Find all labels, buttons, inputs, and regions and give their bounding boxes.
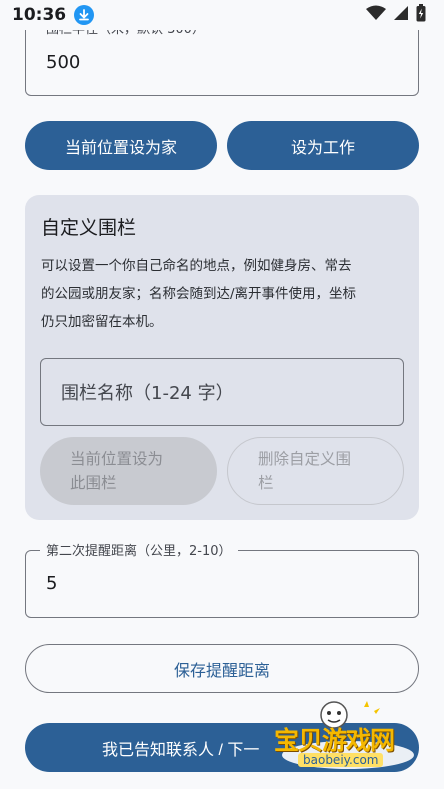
set-home-button[interactable]: 当前位置设为家 [25,121,217,170]
delete-custom-fence-button: 删除自定义围 栏 [227,437,404,505]
battery-charging-icon [416,4,426,26]
second-reminder-field[interactable]: 第二次提醒距离（公里，2-10） 5 [25,540,419,618]
button-line: 当前位置设为 [70,450,164,468]
status-left-overlay: 10:36 [12,5,95,25]
description-line: 可以设置一个你自己命名的地点，例如健身房、常去 [41,258,352,274]
fence-name-placeholder: 围栏名称（1-24 字） [61,383,234,404]
description-line: 仍只加密留在本机。 [41,314,163,330]
second-reminder-label: 第二次提醒距离（公里，2-10） [40,540,238,559]
button-line: 栏 [258,474,274,492]
button-line: 删除自定义围 [258,450,352,468]
set-work-button[interactable]: 设为工作 [227,121,419,170]
status-time-overlay: 10:36 [12,5,67,25]
download-icon [74,5,95,25]
second-reminder-value: 5 [46,573,58,594]
status-right-overlay [366,4,426,26]
save-reminder-distance-button[interactable]: 保存提醒距离 [25,644,419,693]
button-line: 此围栏 [70,474,117,492]
set-current-as-fence-button: 当前位置设为 此围栏 [40,437,217,505]
custom-fence-description: 可以设置一个你自己命名的地点，例如健身房、常去 的公园或朋友家；名称会随到达/离… [41,252,407,336]
signal-icon [393,5,409,25]
watermark-brand: 宝贝游戏网 [274,726,395,755]
fence-name-input[interactable]: 围栏名称（1-24 字） [40,358,404,426]
notified-contacts-next-label: 我已告知联系人 / 下一 [102,741,260,759]
wifi-icon [366,5,386,25]
watermark-url: baobeiy.com [298,753,384,767]
fence-radius-field[interactable]: 围栏半径（米，默认 300） 500 [25,18,419,96]
status-bar-overlay: 10:36 [0,0,444,30]
description-line: 的公园或朋友家；名称会随到达/离开事件使用，坐标 [41,286,357,302]
custom-fence-card: 自定义围栏 可以设置一个你自己命名的地点，例如健身房、常去 的公园或朋友家；名称… [25,195,419,520]
custom-fence-title: 自定义围栏 [41,217,137,239]
fence-radius-value: 500 [46,52,81,73]
watermark-logo: 宝贝游戏网 baobeiy.com [268,697,418,777]
